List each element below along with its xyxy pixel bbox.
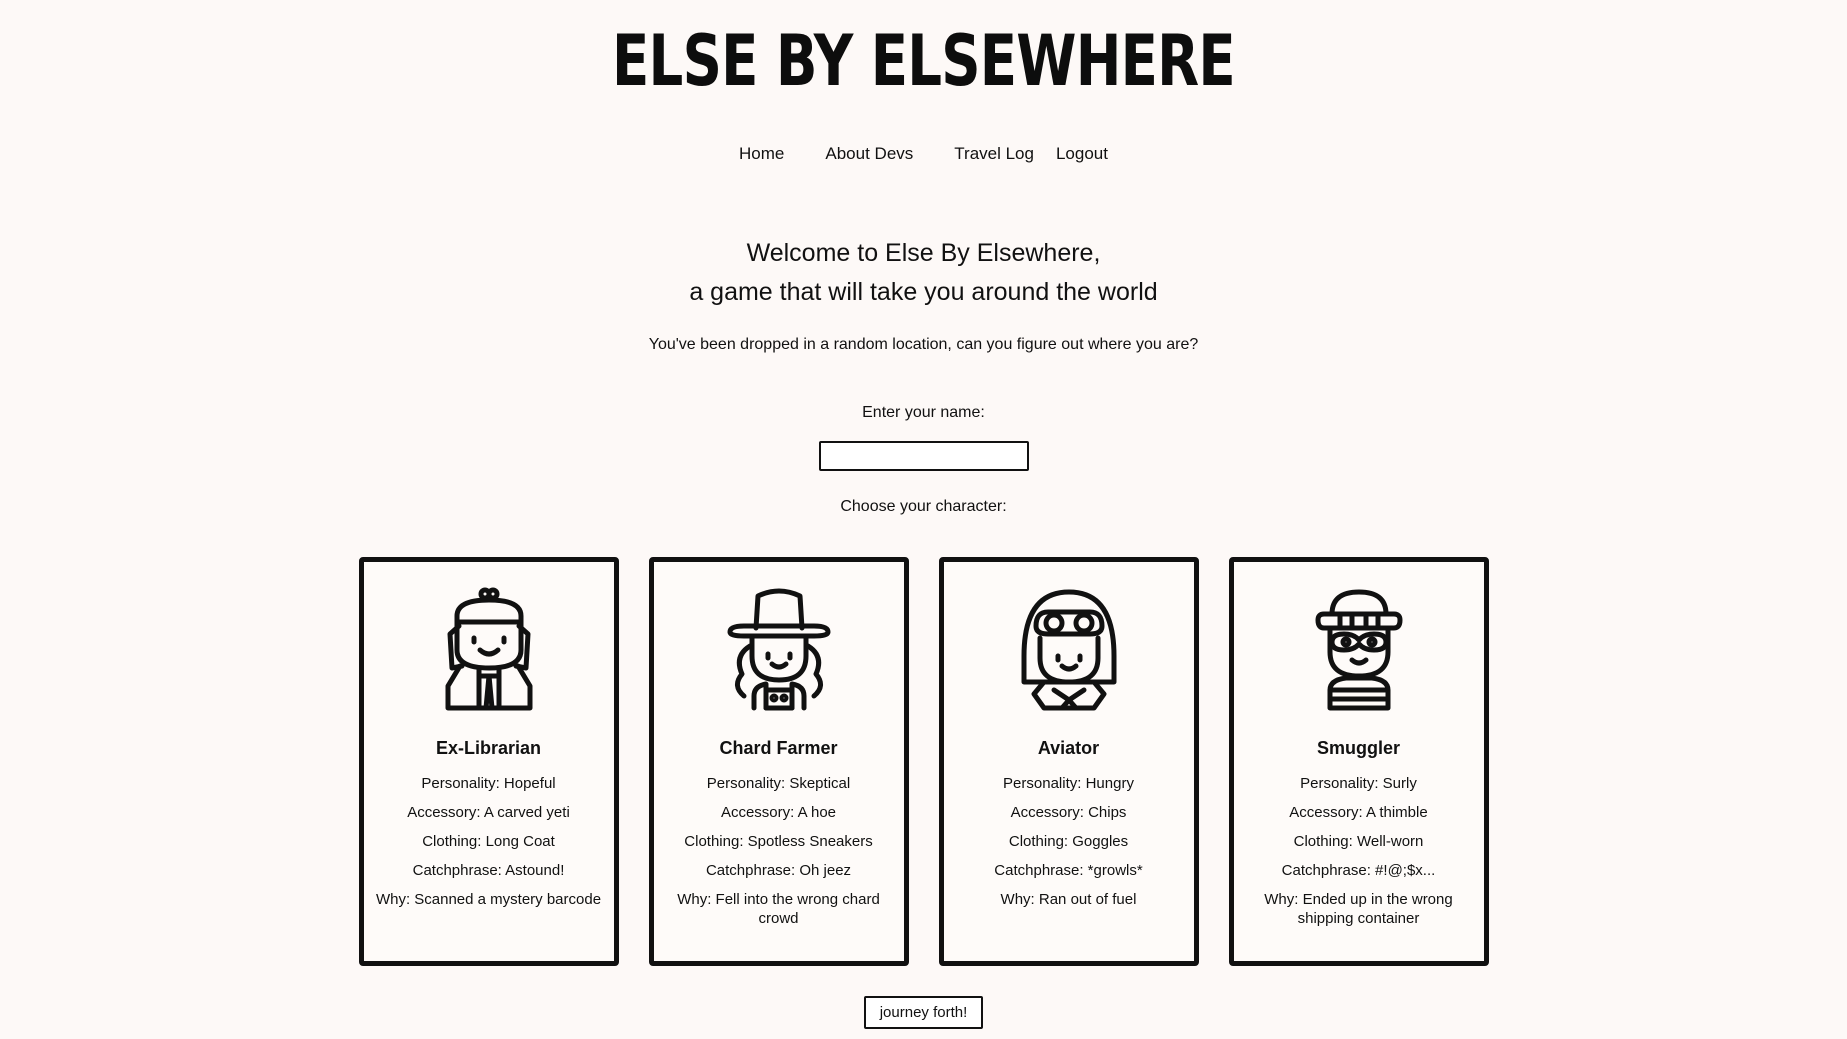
- character-clothing: Clothing: Goggles: [1008, 833, 1129, 850]
- name-label: Enter your name:: [862, 404, 985, 421]
- character-card-smuggler[interactable]: Smuggler Personality: Surly Accessory: A…: [1228, 557, 1489, 966]
- character-personality: Personality: Hungry: [1003, 775, 1134, 792]
- character-cards: Ex-Librarian Personality: Hopeful Access…: [0, 557, 1847, 966]
- character-name: Chard Farmer: [719, 738, 838, 758]
- welcome-line-2: a game that will take you around the wor…: [689, 278, 1158, 306]
- character-accessory: Accessory: A thimble: [1289, 804, 1428, 821]
- aviator-avatar-icon: [1021, 589, 1116, 711]
- smuggler-avatar-icon: [1315, 589, 1402, 711]
- character-card-ex-librarian[interactable]: Ex-Librarian Personality: Hopeful Access…: [358, 557, 619, 966]
- character-card-aviator[interactable]: Aviator Personality: Hungry Accessory: C…: [938, 557, 1199, 966]
- journey-forth-button[interactable]: journey forth!: [863, 996, 984, 1029]
- character-accessory: Accessory: Chips: [1010, 804, 1127, 821]
- character-catchphrase: Catchphrase: Astound!: [412, 862, 565, 879]
- librarian-avatar-icon: [445, 587, 532, 711]
- character-attributes: Personality: Skeptical Accessory: A hoe …: [654, 774, 904, 928]
- character-why: Why: Scanned a mystery barcode: [375, 891, 602, 908]
- character-clothing: Clothing: Well-worn: [1293, 833, 1424, 850]
- site-title: ELSE BY ELSEWHERE: [612, 20, 1236, 102]
- character-catchphrase: Catchphrase: *growls*: [994, 862, 1143, 879]
- character-accessory: Accessory: A carved yeti: [407, 804, 570, 821]
- character-name: Aviator: [1037, 738, 1100, 758]
- farmer-avatar-icon: [727, 588, 830, 711]
- character-personality: Personality: Surly: [1300, 775, 1417, 792]
- intro-text: You've been dropped in a random location…: [648, 336, 1199, 353]
- name-input[interactable]: [818, 441, 1029, 471]
- choose-character-label: Choose your character:: [840, 498, 1007, 515]
- character-why: Why: Fell into the wrong chard crowd: [677, 891, 880, 927]
- character-attributes: Personality: Hungry Accessory: Chips Clo…: [944, 774, 1194, 909]
- character-card-chard-farmer[interactable]: Chard Farmer Personality: Skeptical Acce…: [648, 557, 909, 966]
- character-attributes: Personality: Surly Accessory: A thimble …: [1234, 774, 1484, 928]
- nav-travel-log-link[interactable]: Travel Log: [943, 144, 1045, 164]
- welcome-line-1: Welcome to Else By Elsewhere,: [746, 239, 1101, 267]
- character-clothing: Clothing: Long Coat: [422, 833, 555, 850]
- character-catchphrase: Catchphrase: Oh jeez: [705, 862, 852, 879]
- character-personality: Personality: Skeptical: [706, 775, 851, 792]
- page: ELSE BY ELSEWHERE Home About Devs Travel…: [0, 0, 1847, 1039]
- welcome-heading: Welcome to Else By Elsewhere, a game tha…: [0, 234, 1847, 312]
- character-personality: Personality: Hopeful: [421, 775, 556, 792]
- character-attributes: Personality: Hopeful Accessory: A carved…: [364, 774, 614, 909]
- main-nav: Home About Devs Travel Log Logout: [0, 144, 1847, 164]
- character-why: Why: Ran out of fuel: [1000, 891, 1137, 908]
- character-why: Why: Ended up in the wrong shipping cont…: [1264, 891, 1453, 927]
- character-clothing: Clothing: Spotless Sneakers: [684, 833, 873, 850]
- nav-home-link[interactable]: Home: [728, 144, 795, 164]
- nav-logout-link[interactable]: Logout: [1045, 144, 1119, 164]
- character-catchphrase: Catchphrase: #!@;$x...: [1281, 862, 1436, 879]
- character-accessory: Accessory: A hoe: [720, 804, 837, 821]
- character-name: Smuggler: [1316, 738, 1400, 758]
- nav-about-devs-link[interactable]: About Devs: [814, 144, 924, 164]
- character-name: Ex-Librarian: [435, 738, 542, 758]
